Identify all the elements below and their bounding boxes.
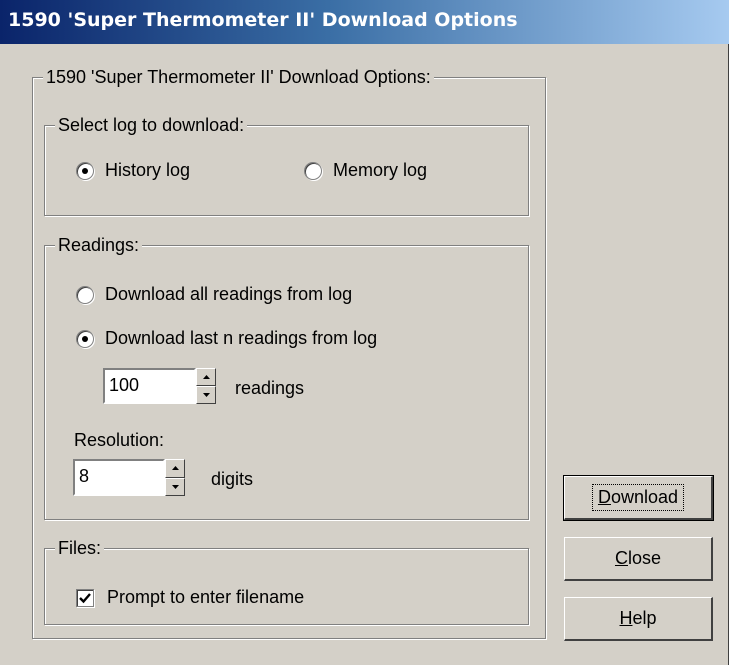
resolution-label: Resolution: xyxy=(74,430,165,450)
close-mnemonic: C xyxy=(614,548,628,568)
spin-down-arrow-icon[interactable] xyxy=(165,477,185,496)
files-group: Files: Prompt to enter filename xyxy=(44,537,529,625)
prompt-filename-check-box[interactable] xyxy=(76,588,94,607)
memory-log-label: Memory log xyxy=(333,160,428,180)
prompt-filename-checkbox[interactable]: Prompt to enter filename xyxy=(76,587,304,608)
help-mnemonic: H xyxy=(619,608,633,628)
memory-log-radio[interactable]: Memory log xyxy=(304,160,427,181)
download-mnemonic: D xyxy=(597,487,611,507)
history-log-radio[interactable]: History log xyxy=(76,160,190,181)
title-bar[interactable]: 1590 'Super Thermometer II' Download Opt… xyxy=(0,0,729,44)
readings-unit-label: readings xyxy=(235,378,305,398)
main-options-legend: 1590 'Super Thermometer II' Download Opt… xyxy=(43,66,434,88)
download-last-n-radio-button[interactable] xyxy=(76,329,94,348)
history-log-radio-button[interactable] xyxy=(76,161,94,180)
download-all-radio-button[interactable] xyxy=(76,285,94,304)
readings-group: Readings: Download all readings from log… xyxy=(44,234,529,520)
resolution-spinner[interactable] xyxy=(165,459,185,496)
download-last-n-radio[interactable]: Download last n readings from log xyxy=(76,328,377,349)
download-all-radio[interactable]: Download all readings from log xyxy=(76,284,352,305)
download-all-label: Download all readings from log xyxy=(105,284,353,304)
download-label-rest: ownload xyxy=(610,487,679,507)
download-button[interactable]: Download xyxy=(563,475,714,521)
log-select-group: Select log to download: History log Memo… xyxy=(44,114,529,216)
readings-count-spinner[interactable] xyxy=(196,368,216,404)
readings-legend: Readings: xyxy=(55,234,143,256)
resolution-input[interactable]: 8 xyxy=(73,459,165,496)
checkmark-icon xyxy=(79,592,91,603)
files-legend: Files: xyxy=(55,537,105,559)
spin-down-arrow-icon[interactable] xyxy=(196,386,216,404)
close-button[interactable]: Close xyxy=(564,537,713,581)
download-last-n-label: Download last n readings from log xyxy=(105,328,378,348)
help-button[interactable]: Help xyxy=(564,597,713,641)
log-select-legend: Select log to download: xyxy=(55,114,248,136)
resolution-unit-label: digits xyxy=(211,469,254,489)
readings-count-input[interactable]: 100 xyxy=(103,368,196,404)
window-title: 1590 'Super Thermometer II' Download Opt… xyxy=(8,9,518,31)
memory-log-radio-button[interactable] xyxy=(304,161,322,180)
help-label-rest: elp xyxy=(632,608,657,628)
download-button-focus: Download xyxy=(591,484,685,511)
spin-up-arrow-icon[interactable] xyxy=(165,459,185,478)
prompt-filename-label: Prompt to enter filename xyxy=(107,587,305,607)
spin-up-arrow-icon[interactable] xyxy=(196,368,216,386)
history-log-label: History log xyxy=(105,160,191,180)
close-label-rest: lose xyxy=(627,548,662,568)
